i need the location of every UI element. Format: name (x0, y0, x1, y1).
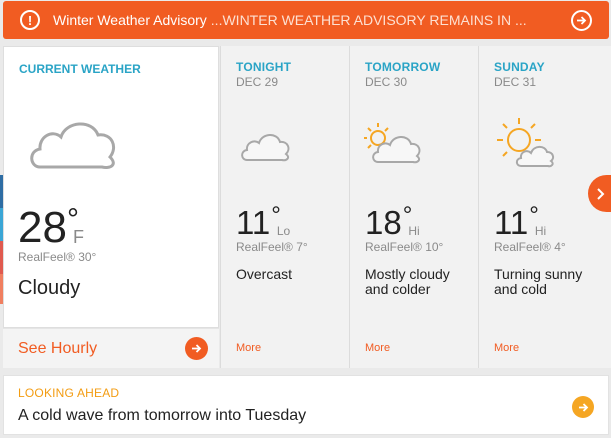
cloud-icon (30, 122, 115, 169)
arrow-right-icon[interactable] (572, 396, 594, 418)
forecast-day-tonight[interactable]: TONIGHT DEC 29 11 ° Lo RealFeel® 7° Over… (220, 46, 349, 368)
day-header: TOMORROW (365, 60, 441, 74)
day-date: DEC 30 (365, 75, 408, 89)
temperature-unit: F (72, 227, 84, 247)
forecast-day-sunday[interactable]: SUNDAY DEC 31 11 ° Hi RealFeel® 4° Turni… (478, 46, 611, 368)
day-header: TONIGHT (236, 60, 292, 74)
degree-symbol: ° (271, 202, 281, 229)
day-temperature: 11 (494, 204, 529, 241)
degree-symbol: ° (402, 202, 413, 229)
day-realfeel: RealFeel® 7° (236, 240, 308, 254)
day-description: Mostly cloudy and colder (365, 266, 450, 297)
more-link[interactable]: More (365, 342, 390, 354)
current-condition: Cloudy (18, 277, 81, 299)
day-description: Overcast (236, 266, 293, 282)
advisory-text: ...WINTER WEATHER ADVISORY REMAINS IN ..… (210, 12, 527, 28)
chevron-right-icon (596, 187, 604, 200)
day-temperature: 11 (236, 204, 271, 241)
degree-symbol: ° (529, 202, 539, 229)
see-hourly-label: See Hourly (18, 339, 98, 357)
hi-label: Hi (408, 224, 420, 238)
sun-cloud-icon (497, 118, 555, 168)
day-header: SUNDAY (494, 60, 545, 74)
more-link[interactable]: More (236, 342, 261, 354)
hi-label: Hi (534, 224, 547, 238)
arrow-right-icon[interactable] (185, 337, 208, 360)
day-realfeel: RealFeel® 10° (365, 240, 444, 254)
looking-ahead-panel[interactable]: LOOKING AHEAD A cold wave from tomorrow … (3, 375, 609, 435)
looking-ahead-label: LOOKING AHEAD (18, 386, 120, 400)
day-temperature: 18 (365, 204, 402, 241)
arrow-right-icon[interactable] (571, 10, 592, 31)
sun-cloud-icon (364, 123, 421, 164)
current-weather-card[interactable]: CURRENT WEATHER 28 ° F RealFeel® 30° Clo… (3, 46, 219, 328)
current-temperature: 28 (18, 203, 67, 252)
looking-ahead-text: A cold wave from tomorrow into Tuesday (18, 407, 307, 424)
forecast-day-tomorrow[interactable]: TOMORROW DEC 30 18 ° Hi RealFeel® 10° Mo… (349, 46, 478, 368)
current-weather-header: CURRENT WEATHER (19, 62, 141, 76)
weather-advisory-banner[interactable]: ! Winter Weather Advisory ...WINTER WEAT… (3, 1, 609, 39)
day-description: Turning sunny and cold (494, 266, 583, 297)
lo-label: Lo (276, 224, 291, 238)
advisory-title: Winter Weather Advisory (53, 12, 207, 28)
exclamation-icon: ! (20, 10, 40, 30)
day-realfeel: RealFeel® 4° (494, 240, 566, 254)
cloud-icon (241, 134, 290, 162)
day-date: DEC 29 (236, 75, 279, 89)
more-link[interactable]: More (494, 342, 519, 354)
see-hourly-button[interactable]: See Hourly (3, 328, 219, 368)
current-realfeel: RealFeel® 30° (18, 250, 97, 264)
day-date: DEC 31 (494, 75, 537, 89)
